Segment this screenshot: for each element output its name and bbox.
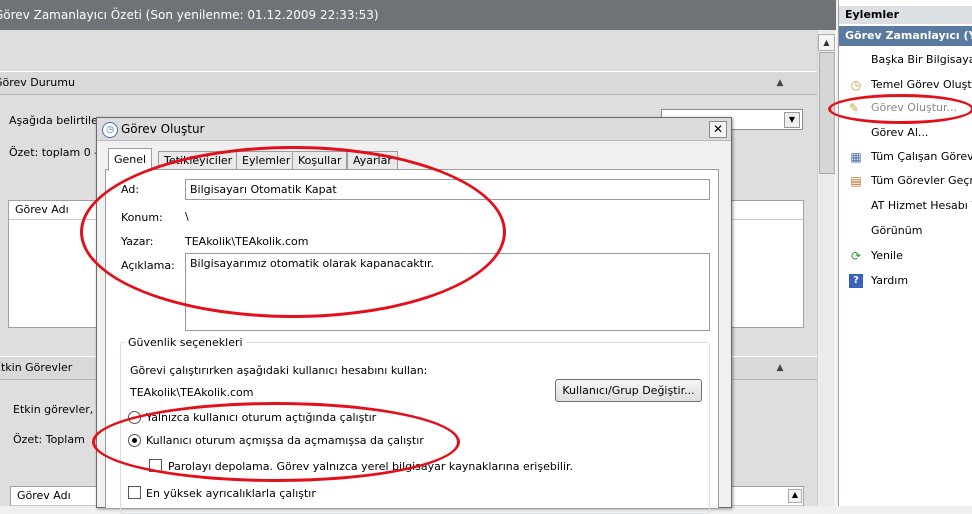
dialog-title-bar[interactable]: ◷ Görev Oluştur ✕ <box>97 118 731 141</box>
help-icon: ? <box>849 274 863 288</box>
action-view[interactable]: Görünüm <box>839 219 972 243</box>
create-task-icon: ✎ <box>848 101 860 115</box>
active-summary: Özet: Toplam <box>13 433 85 446</box>
status-summary: Özet: toplam 0 - <box>9 146 99 159</box>
action-import-task[interactable]: Görev Al... <box>839 121 972 145</box>
summary-partial-text <box>0 30 817 42</box>
actions-header: Eylemler <box>839 6 972 24</box>
run-as-text: Görevi çalıştırırken aşağıdaki kullanıcı… <box>130 364 428 377</box>
radio-logged-on-only[interactable] <box>128 411 141 424</box>
action-refresh[interactable]: ⟳ Yenile <box>839 244 972 268</box>
running-tasks-icon: ▦ <box>850 150 862 164</box>
refresh-icon: ⟳ <box>850 249 862 263</box>
tab-conditions[interactable]: Koşullar <box>292 151 348 170</box>
user-account: TEAkolik\TEAkolik.com <box>130 386 254 399</box>
action-basic-task[interactable]: ◷ Temel Görev Oluştur... <box>839 73 972 97</box>
name-label: Ad: <box>121 183 140 196</box>
name-field[interactable]: Bilgisayarı Otomatik Kapat <box>185 179 710 200</box>
action-label: Görünüm <box>871 224 923 237</box>
dropdown-arrow-icon[interactable]: ▼ <box>784 112 800 128</box>
tab-actions[interactable]: Eylemler <box>236 151 297 170</box>
location-value: \ <box>185 210 189 223</box>
action-history[interactable]: ▤ Tüm Görevler Geçmişi <box>839 169 972 193</box>
action-label: Başka Bir Bilgisayara Ba <box>871 53 972 66</box>
description-label: Açıklama: <box>121 259 175 272</box>
task-status-section-label: Görev Durumu <box>0 76 75 89</box>
author-label: Yazar: <box>121 235 154 248</box>
radio-run-always-label: Kullanıcı oturum açmışsa da açmamışsa da… <box>146 434 424 447</box>
action-connect[interactable]: Başka Bir Bilgisayara Ba <box>839 48 972 72</box>
action-label: Tüm Görevler Geçmişi <box>871 174 972 187</box>
summary-title-bar: Görev Zamanlayıcı Özeti (Son yenilenme: … <box>0 0 836 30</box>
scroll-up-small-icon[interactable]: ▲ <box>788 489 802 503</box>
action-label: Görev Al... <box>871 126 929 139</box>
collapse-up-icon[interactable]: ▲ <box>773 361 787 375</box>
action-create-task[interactable]: ✎ Görev Oluştur... <box>839 96 972 120</box>
no-password-checkbox[interactable] <box>149 459 162 472</box>
history-icon: ▤ <box>850 174 862 188</box>
create-task-dialog: ◷ Görev Oluştur ✕ Genel Tetikleyiciler E… <box>96 117 732 514</box>
description-field[interactable]: Bilgisayarımız otomatik olarak kapanacak… <box>185 253 710 331</box>
wizard-icon: ◷ <box>850 78 862 92</box>
radio-logged-on-label: Yalnızca kullanıcı oturum açtığında çalı… <box>146 411 377 424</box>
active-tasks-section-label: Etkin Görevler <box>0 361 73 374</box>
highest-privileges-checkbox[interactable] <box>128 486 141 499</box>
actions-subheader[interactable]: Görev Zamanlayıcı (Ye <box>839 26 972 46</box>
close-icon[interactable]: ✕ <box>709 121 727 138</box>
action-help[interactable]: ? Yardım <box>839 269 972 293</box>
actions-pane: Eylemler Görev Zamanlayıcı (Ye Başka Bir… <box>838 0 972 506</box>
action-running-tasks[interactable]: ▦ Tüm Çalışan Görevler <box>839 145 972 169</box>
tab-settings[interactable]: Ayarlar <box>347 151 398 170</box>
clock-icon: ◷ <box>102 122 118 138</box>
scroll-thumb[interactable] <box>819 52 835 174</box>
summary-title: Görev Zamanlayıcı Özeti (Son yenilenme: … <box>0 8 379 22</box>
tab-general[interactable]: Genel <box>108 148 153 171</box>
scroll-up-icon[interactable]: ▲ <box>818 34 835 51</box>
location-label: Konum: <box>121 211 163 224</box>
action-label: Tüm Çalışan Görevler <box>871 150 972 163</box>
action-label: Görev Oluştur... <box>871 101 958 114</box>
dialog-title: Görev Oluştur <box>121 122 205 136</box>
action-service-account[interactable]: AT Hizmet Hesabı Yap <box>839 194 972 218</box>
action-label: AT Hizmet Hesabı Yap <box>871 199 972 212</box>
highest-privileges-label: En yüksek ayrıcalıklarla çalıştır <box>146 487 316 500</box>
author-value: TEAkolik\TEAkolik.com <box>185 235 309 248</box>
tab-triggers[interactable]: Tetikleyiciler <box>158 151 239 170</box>
collapse-up-icon[interactable]: ▲ <box>773 76 787 90</box>
status-description: Aşağıda belirtilen <box>9 114 105 127</box>
task-status-section-header[interactable]: Görev Durumu ▲ <box>0 71 817 95</box>
no-password-label: Parolayı depolama. Görev yalnızca yerel … <box>168 460 574 473</box>
radio-run-always[interactable] <box>128 434 141 447</box>
change-user-button[interactable]: Kullanıcı/Grup Değiştir... <box>555 379 702 402</box>
general-tab-panel: Ad: Bilgisayarı Otomatik Kapat Konum: \ … <box>105 169 719 514</box>
action-label: Temel Görev Oluştur... <box>871 78 972 91</box>
action-label: Yenile <box>871 249 903 262</box>
active-description: Etkin görevler, ş <box>13 403 103 416</box>
summary-scrollbar[interactable]: ▲ <box>817 30 835 506</box>
security-options-legend: Güvenlik seçenekleri <box>128 336 243 349</box>
action-label: Yardım <box>871 274 909 287</box>
